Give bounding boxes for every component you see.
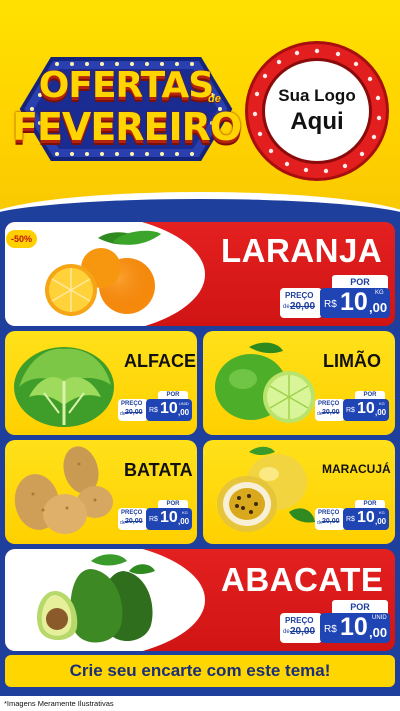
old-price: 20,00 bbox=[125, 518, 143, 525]
price-decimal: ,00 bbox=[178, 408, 190, 417]
promo-title-line1: OFERTAS bbox=[38, 65, 214, 106]
discount-badge: -50% bbox=[6, 230, 38, 248]
unit: UNID bbox=[179, 401, 189, 406]
old-price-box: PREÇO de 20,00 bbox=[118, 399, 148, 421]
price-integer: 10 bbox=[340, 613, 368, 641]
unit: KG bbox=[379, 401, 385, 406]
unit: UNID bbox=[372, 615, 387, 621]
promo-badge: OFERTAS de FEVEREIRO bbox=[12, 45, 242, 173]
header: OFERTAS de FEVEREIRO Sua Logo Aqui bbox=[0, 0, 400, 218]
passion-fruit-image bbox=[217, 446, 315, 532]
por-label: POR bbox=[332, 600, 388, 614]
logo-text-line2: Aqui bbox=[290, 108, 344, 135]
product-card-maracuja: MARACUJÁ POR PREÇO de 20,00 R$ 10 ,00 KG bbox=[203, 440, 395, 544]
new-price-box: R$ 10 ,00 UNID bbox=[146, 399, 192, 421]
old-price-box: PREÇO de 20,00 bbox=[280, 288, 322, 318]
product-card-alface: ALFACE POR PREÇO de 20,00 R$ 10 ,00 UNID bbox=[5, 331, 197, 435]
preco-label: PREÇO bbox=[318, 401, 340, 407]
old-price-box: PREÇO de 20,00 bbox=[315, 399, 345, 421]
old-price-box: PREÇO de 20,00 bbox=[315, 508, 345, 530]
price-integer: 10 bbox=[160, 509, 178, 526]
new-price-box: R$ 10 ,00 KG bbox=[146, 508, 192, 530]
product-name-alface: ALFACE bbox=[124, 351, 196, 371]
preco-label: PREÇO bbox=[121, 510, 143, 516]
currency: R$ bbox=[324, 624, 337, 635]
price-integer: 10 bbox=[160, 400, 178, 417]
old-price: 20,00 bbox=[322, 518, 340, 525]
product-name-limao: LIMÃO bbox=[323, 351, 381, 371]
product-card-batata: BATATA POR PREÇO de 20,00 R$ 10 ,00 KG bbox=[5, 440, 197, 544]
product-card-laranja: LARANJA POR PREÇO de 20,00 R$ 10 ,00 KG bbox=[5, 222, 395, 326]
product-name-laranja: LARANJA bbox=[221, 232, 383, 269]
cta-banner: Crie seu encarte com este tema! bbox=[5, 655, 395, 687]
price-integer: 10 bbox=[357, 400, 375, 417]
por-label: POR bbox=[332, 275, 388, 289]
product-card-abacate: ABACATE POR PREÇO de 20,00 R$ 10 ,00 UNI… bbox=[5, 549, 395, 651]
logo-text-line1: Sua Logo bbox=[278, 86, 356, 105]
currency: R$ bbox=[149, 407, 158, 414]
preco-label: PREÇO bbox=[318, 510, 340, 516]
unit: KG bbox=[375, 290, 384, 296]
old-price-box: PREÇO de 20,00 bbox=[118, 508, 148, 530]
product-name-batata: BATATA bbox=[124, 460, 193, 480]
unit: KG bbox=[379, 510, 385, 515]
new-price-box: R$ 10 ,00 KG bbox=[343, 399, 389, 421]
cta-text: Crie seu encarte com este tema! bbox=[69, 661, 331, 680]
lettuce-image bbox=[14, 347, 114, 427]
new-price-box: R$ 10 ,00 KG bbox=[343, 508, 389, 530]
orange-image bbox=[45, 230, 161, 316]
old-price: 20,00 bbox=[290, 626, 316, 637]
currency: R$ bbox=[346, 407, 355, 414]
de-label: de bbox=[283, 629, 290, 635]
old-price: 20,00 bbox=[290, 301, 316, 312]
preco-label: PREÇO bbox=[121, 401, 143, 407]
currency: R$ bbox=[346, 516, 355, 523]
currency: R$ bbox=[324, 299, 337, 310]
potato-image bbox=[14, 446, 113, 534]
new-price-box: R$ 10 ,00 KG bbox=[320, 288, 390, 318]
price-integer: 10 bbox=[357, 509, 375, 526]
price-integer: 10 bbox=[340, 288, 368, 316]
product-name-maracuja: MARACUJÁ bbox=[322, 462, 391, 476]
de-label: de bbox=[283, 304, 290, 310]
new-price-box: R$ 10 ,00 UNID bbox=[320, 613, 390, 643]
promo-title-de: de bbox=[208, 93, 221, 105]
lime-image bbox=[215, 342, 315, 423]
price-decimal: ,00 bbox=[375, 517, 387, 526]
promo-title-line2: FEVEREIRO bbox=[12, 105, 242, 149]
price-decimal: ,00 bbox=[178, 517, 190, 526]
avocado-image bbox=[36, 554, 155, 643]
product-name-abacate: ABACATE bbox=[221, 561, 384, 598]
currency: R$ bbox=[149, 516, 158, 523]
logo-placeholder: Sua Logo Aqui bbox=[262, 58, 372, 164]
preco-label: PREÇO bbox=[285, 291, 314, 300]
price-decimal: ,00 bbox=[369, 625, 388, 640]
price-decimal: ,00 bbox=[375, 408, 387, 417]
old-price: 20,00 bbox=[322, 409, 340, 416]
product-card-limao: LIMÃO POR PREÇO de 20,00 R$ 10 ,00 KG bbox=[203, 331, 395, 435]
unit: KG bbox=[182, 510, 188, 515]
disclaimer: *Imagens Meramente Ilustrativas bbox=[0, 696, 400, 711]
old-price-box: PREÇO de 20,00 bbox=[280, 613, 322, 643]
old-price: 20,00 bbox=[125, 409, 143, 416]
price-decimal: ,00 bbox=[369, 300, 388, 315]
preco-label: PREÇO bbox=[285, 616, 314, 625]
